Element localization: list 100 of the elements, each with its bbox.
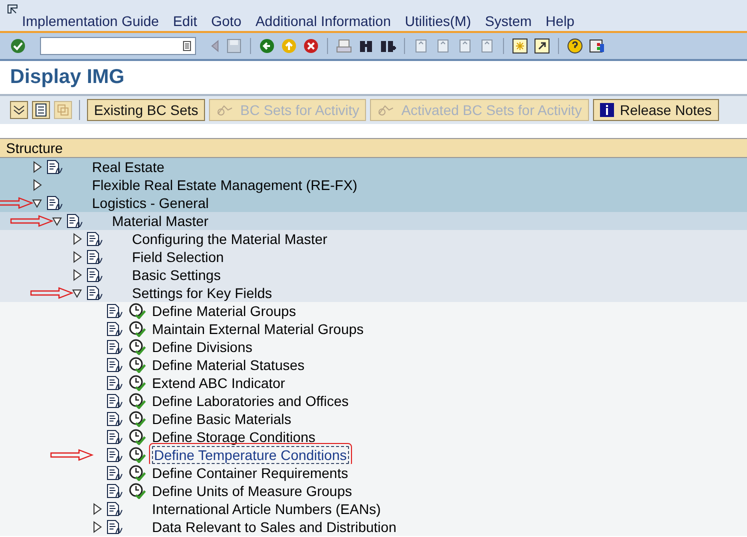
document-icon[interactable] xyxy=(66,213,83,229)
tree-row[interactable]: Define Laboratories and Offices xyxy=(0,392,747,410)
activity-link[interactable]: Extend ABC Indicator xyxy=(152,375,286,391)
activity-link[interactable]: Define Divisions xyxy=(152,339,252,355)
activity-link[interactable]: Maintain External Material Groups xyxy=(152,321,364,337)
clock-check-icon[interactable] xyxy=(129,411,146,427)
document-icon[interactable] xyxy=(46,159,63,175)
document-icon[interactable] xyxy=(106,501,123,517)
tree-row[interactable]: Define Storage Conditions xyxy=(0,428,747,446)
expand-toggle-icon[interactable] xyxy=(72,251,82,263)
menu-item[interactable]: Implementation Guide xyxy=(22,13,159,29)
menu-item[interactable]: Edit xyxy=(172,13,198,29)
page-scroll-icon[interactable] xyxy=(413,38,429,54)
clock-check-icon[interactable] xyxy=(129,303,146,319)
activity-link[interactable]: Define Container Requirements xyxy=(152,465,348,481)
activity-link[interactable]: Define Material Groups xyxy=(152,303,296,319)
clock-check-icon[interactable] xyxy=(129,465,146,481)
tree-row[interactable]: Logistics - General xyxy=(0,194,747,212)
tree-node-label[interactable]: Material Master xyxy=(112,213,208,229)
layout-menu-icon[interactable] xyxy=(589,38,605,54)
clock-check-icon[interactable] xyxy=(129,447,146,463)
document-icon[interactable] xyxy=(106,375,123,391)
tree-row[interactable]: Define Container Requirements xyxy=(0,464,747,482)
menu-item[interactable]: Help xyxy=(546,13,574,29)
menu-item[interactable]: System xyxy=(484,13,532,29)
tree-row[interactable]: Define Divisions xyxy=(0,338,747,356)
cancel-icon[interactable] xyxy=(303,38,319,54)
tree-row[interactable]: International Article Numbers (EANs) xyxy=(0,500,747,518)
tree-row[interactable]: Settings for Key Fields xyxy=(0,284,747,302)
expand-toggle-icon[interactable] xyxy=(52,215,62,227)
clock-check-icon[interactable] xyxy=(129,321,146,337)
tree-node-label[interactable]: International Article Numbers (EANs) xyxy=(152,501,381,517)
document-icon[interactable] xyxy=(106,447,123,463)
tree-row[interactable]: Maintain External Material Groups xyxy=(0,320,747,338)
tree-node-label[interactable]: Logistics - General xyxy=(92,195,209,211)
tree-node-label[interactable]: Field Selection xyxy=(132,249,224,265)
expand-toggle-icon[interactable] xyxy=(92,521,102,533)
page-scroll-icon[interactable] xyxy=(457,38,473,54)
clock-check-icon[interactable] xyxy=(129,483,146,499)
tree-row[interactable]: Define Material Statuses xyxy=(0,356,747,374)
document-icon[interactable] xyxy=(106,357,123,373)
activity-link[interactable]: Define Material Statuses xyxy=(152,357,305,373)
tree-node-label[interactable]: Data Relevant to Sales and Distribution xyxy=(152,519,396,535)
new-session-icon[interactable] xyxy=(512,38,528,54)
tree-row[interactable]: Define Basic Materials xyxy=(0,410,747,428)
tree-row[interactable]: Field Selection xyxy=(0,248,747,266)
tree-row[interactable]: Flexible Real Estate Management (RE-FX) xyxy=(0,176,747,194)
tree-row[interactable]: Real Estate xyxy=(0,158,747,176)
document-icon[interactable] xyxy=(46,195,63,211)
help-icon[interactable] xyxy=(567,38,583,54)
expand-toggle-icon[interactable] xyxy=(32,197,42,209)
window-menu-icon[interactable] xyxy=(7,4,19,14)
clock-check-icon[interactable] xyxy=(129,375,146,391)
expand-all-icon[interactable] xyxy=(10,101,28,119)
expand-toggle-icon[interactable] xyxy=(72,269,82,281)
tree-node-label[interactable]: Flexible Real Estate Management (RE-FX) xyxy=(92,177,358,193)
page-scroll-icon[interactable] xyxy=(435,38,451,54)
save-icon[interactable] xyxy=(226,38,242,54)
clock-check-icon[interactable] xyxy=(129,393,146,409)
document-icon[interactable] xyxy=(106,303,123,319)
find-icon[interactable] xyxy=(358,38,374,54)
tree-row[interactable]: Data Relevant to Sales and Distribution xyxy=(0,518,747,536)
page-scroll-icon[interactable] xyxy=(479,38,495,54)
document-icon[interactable] xyxy=(86,267,103,283)
clock-check-icon[interactable] xyxy=(129,339,146,355)
activity-link[interactable]: Define Temperature Conditions xyxy=(152,446,349,464)
expand-toggle-icon[interactable] xyxy=(32,161,42,173)
history-list-icon[interactable] xyxy=(183,41,191,51)
activity-link[interactable]: Define Units of Measure Groups xyxy=(152,483,352,499)
shortcut-icon[interactable] xyxy=(534,38,550,54)
menu-item[interactable]: Utilities(M) xyxy=(404,13,471,29)
document-icon[interactable] xyxy=(106,411,123,427)
document-icon[interactable] xyxy=(106,429,123,445)
menu-item[interactable]: Goto xyxy=(211,13,242,29)
back-icon[interactable] xyxy=(259,38,275,54)
tree-row[interactable]: Configuring the Material Master xyxy=(0,230,747,248)
tree-node-label[interactable]: Real Estate xyxy=(92,159,164,175)
tree-node-label[interactable]: Settings for Key Fields xyxy=(132,285,272,301)
document-icon[interactable] xyxy=(106,393,123,409)
find-next-icon[interactable] xyxy=(380,38,396,54)
toolbar-button[interactable]: Existing BC Sets xyxy=(87,99,206,121)
document-icon[interactable] xyxy=(86,249,103,265)
tree-row[interactable]: Extend ABC Indicator xyxy=(0,374,747,392)
clock-check-icon[interactable] xyxy=(129,429,146,445)
toolbar-button[interactable]: Release Notes xyxy=(592,99,719,121)
tree-row[interactable]: Define Material Groups xyxy=(0,302,747,320)
print-icon[interactable] xyxy=(336,38,352,54)
expand-toggle-icon[interactable] xyxy=(72,233,82,245)
document-icon[interactable] xyxy=(86,285,103,301)
document-icon[interactable] xyxy=(106,321,123,337)
menu-item[interactable]: Additional Information xyxy=(255,13,391,29)
activity-link[interactable]: Define Basic Materials xyxy=(152,411,292,427)
tree-row[interactable]: Material Master xyxy=(0,212,747,230)
document-icon[interactable] xyxy=(86,231,103,247)
document-icon[interactable] xyxy=(106,465,123,481)
expand-toggle-icon[interactable] xyxy=(32,179,42,191)
tree-node-label[interactable]: Basic Settings xyxy=(132,267,221,283)
document-icon[interactable] xyxy=(106,519,123,535)
expand-toggle-icon[interactable] xyxy=(72,287,82,299)
expand-toggle-icon[interactable] xyxy=(92,503,102,515)
